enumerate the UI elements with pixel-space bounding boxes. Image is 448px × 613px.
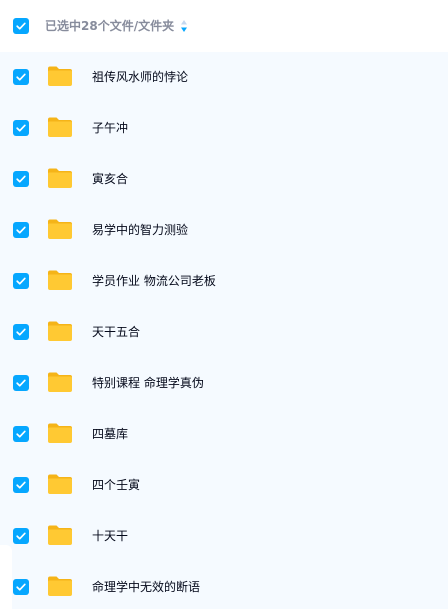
checkmark-icon <box>16 175 26 183</box>
file-name[interactable]: 十天干 <box>92 528 128 544</box>
file-checkbox[interactable] <box>13 477 29 493</box>
checkmark-icon <box>16 277 26 285</box>
file-row[interactable]: 易学中的智力测验 <box>0 205 448 256</box>
checkmark-icon <box>16 226 26 234</box>
checkmark-icon <box>16 430 26 438</box>
file-name[interactable]: 特别课程 命理学真伪 <box>92 375 204 391</box>
sort-arrows-icon[interactable] <box>179 19 189 33</box>
folder-icon <box>48 168 72 188</box>
file-row[interactable]: 天干五合 <box>0 307 448 358</box>
file-row[interactable]: 学员作业 物流公司老板 <box>0 256 448 307</box>
file-name[interactable]: 寅亥合 <box>92 171 128 187</box>
file-checkbox[interactable] <box>13 528 29 544</box>
folder-icon <box>48 576 72 596</box>
folder-icon <box>48 372 72 392</box>
file-row[interactable]: 祖传风水师的悖论 <box>0 52 448 103</box>
file-checkbox[interactable] <box>13 222 29 238</box>
file-checkbox[interactable] <box>13 69 29 85</box>
folder-icon <box>48 423 72 443</box>
file-checkbox[interactable] <box>13 171 29 187</box>
file-name[interactable]: 易学中的智力测验 <box>92 222 188 238</box>
file-row[interactable]: 十天干 <box>0 511 448 562</box>
folder-icon <box>48 474 72 494</box>
file-row[interactable]: 四墓库 <box>0 409 448 460</box>
checkmark-icon <box>16 532 26 540</box>
folder-icon <box>48 321 72 341</box>
file-list: 祖传风水师的悖论 子午冲 寅亥合 易学中的智力测验 学员作业 物流公司老板 天干… <box>0 52 448 609</box>
checkmark-icon <box>16 481 26 489</box>
checkmark-icon <box>16 124 26 132</box>
selection-header: 已选中28个文件/文件夹 <box>0 0 448 52</box>
file-checkbox[interactable] <box>13 426 29 442</box>
file-name[interactable]: 天干五合 <box>92 324 140 340</box>
checkmark-icon <box>16 379 26 387</box>
checkmark-icon <box>16 328 26 336</box>
file-row[interactable]: 四个壬寅 <box>0 460 448 511</box>
file-name[interactable]: 四个壬寅 <box>92 477 140 493</box>
checkmark-icon <box>16 22 26 30</box>
file-name[interactable]: 四墓库 <box>92 426 128 442</box>
file-name[interactable]: 子午冲 <box>92 120 128 136</box>
file-checkbox[interactable] <box>13 120 29 136</box>
side-panel-edge <box>0 545 12 609</box>
file-row[interactable]: 命理学中无效的断语 <box>0 562 448 613</box>
file-row[interactable]: 特别课程 命理学真伪 <box>0 358 448 409</box>
file-name[interactable]: 命理学中无效的断语 <box>92 579 200 595</box>
selection-count-label: 已选中28个文件/文件夹 <box>45 19 175 33</box>
checkmark-icon <box>16 583 26 591</box>
file-row[interactable]: 寅亥合 <box>0 154 448 205</box>
file-row[interactable]: 子午冲 <box>0 103 448 154</box>
file-name[interactable]: 学员作业 物流公司老板 <box>92 273 216 289</box>
file-checkbox[interactable] <box>13 324 29 340</box>
folder-icon <box>48 66 72 86</box>
folder-icon <box>48 117 72 137</box>
file-checkbox[interactable] <box>13 273 29 289</box>
file-checkbox[interactable] <box>13 579 29 595</box>
folder-icon <box>48 525 72 545</box>
folder-icon <box>48 219 72 239</box>
checkmark-icon <box>16 73 26 81</box>
folder-icon <box>48 270 72 290</box>
file-name[interactable]: 祖传风水师的悖论 <box>92 69 188 85</box>
file-checkbox[interactable] <box>13 375 29 391</box>
select-all-checkbox[interactable] <box>13 18 29 34</box>
